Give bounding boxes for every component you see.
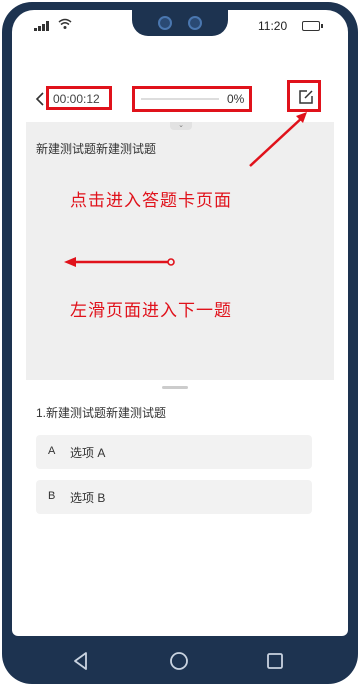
progress-percent: 0% xyxy=(227,92,245,106)
app-screen: 11:20 00:00:12 0% ⌄ 新建测试题新建测试题 点击进入答题卡页面… xyxy=(12,10,348,636)
home-circle-icon[interactable] xyxy=(168,650,190,672)
clock: 11:20 xyxy=(258,19,288,33)
back-arrow-icon[interactable] xyxy=(34,92,46,106)
chevron-down-icon[interactable]: ⌄ xyxy=(170,122,192,130)
swipe-annotation: 左滑页面进入下一题 xyxy=(70,301,232,320)
camera-notch xyxy=(132,10,228,36)
recents-square-icon[interactable] xyxy=(264,650,286,672)
wifi-icon xyxy=(58,18,72,29)
signal-icon xyxy=(34,21,52,31)
answer-card-annotation: 点击进入答题卡页面 xyxy=(70,191,232,210)
progress-highlight: 0% xyxy=(132,86,252,112)
timer-highlight: 00:00:12 xyxy=(46,86,112,110)
system-nav-bar xyxy=(2,636,358,684)
option-letter: A xyxy=(48,445,56,457)
phone-frame: 11:20 00:00:12 0% ⌄ 新建测试题新建测试题 点击进入答题卡页面… xyxy=(2,2,358,684)
option-b[interactable]: B 选项 B xyxy=(36,480,312,514)
question-stem: 新建测试题新建测试题 xyxy=(36,142,157,156)
camera-icon xyxy=(188,16,202,30)
question-stem-panel[interactable]: ⌄ 新建测试题新建测试题 点击进入答题卡页面 左滑页面进入下一题 xyxy=(26,122,334,380)
question-title: 1.新建测试题新建测试题 xyxy=(36,406,167,420)
drag-handle[interactable] xyxy=(162,386,188,389)
back-triangle-icon[interactable] xyxy=(70,650,92,672)
option-letter: B xyxy=(48,490,56,502)
option-text: 选项 B xyxy=(70,491,106,505)
camera-icon xyxy=(158,16,172,30)
quiz-toolbar: 00:00:12 0% xyxy=(12,80,348,116)
progress-track xyxy=(141,98,219,100)
option-a[interactable]: A 选项 A xyxy=(36,435,312,469)
battery-icon xyxy=(302,21,323,31)
answer-card-highlight xyxy=(287,80,321,112)
option-text: 选项 A xyxy=(70,446,106,460)
answer-card-icon[interactable] xyxy=(298,89,314,105)
elapsed-timer: 00:00:12 xyxy=(53,92,100,106)
